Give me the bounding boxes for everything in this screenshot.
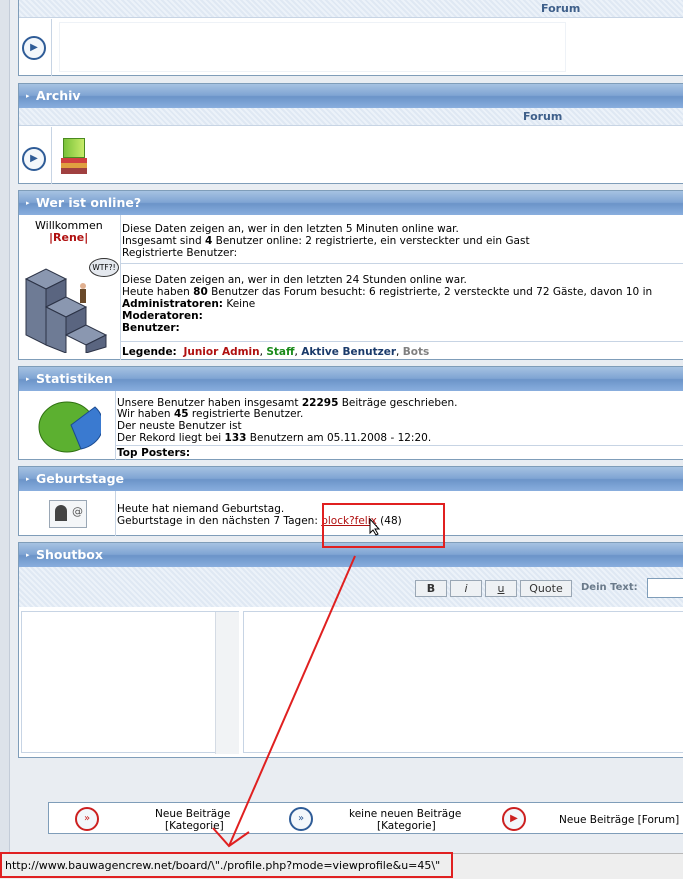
annotation-arrow xyxy=(212,555,356,848)
